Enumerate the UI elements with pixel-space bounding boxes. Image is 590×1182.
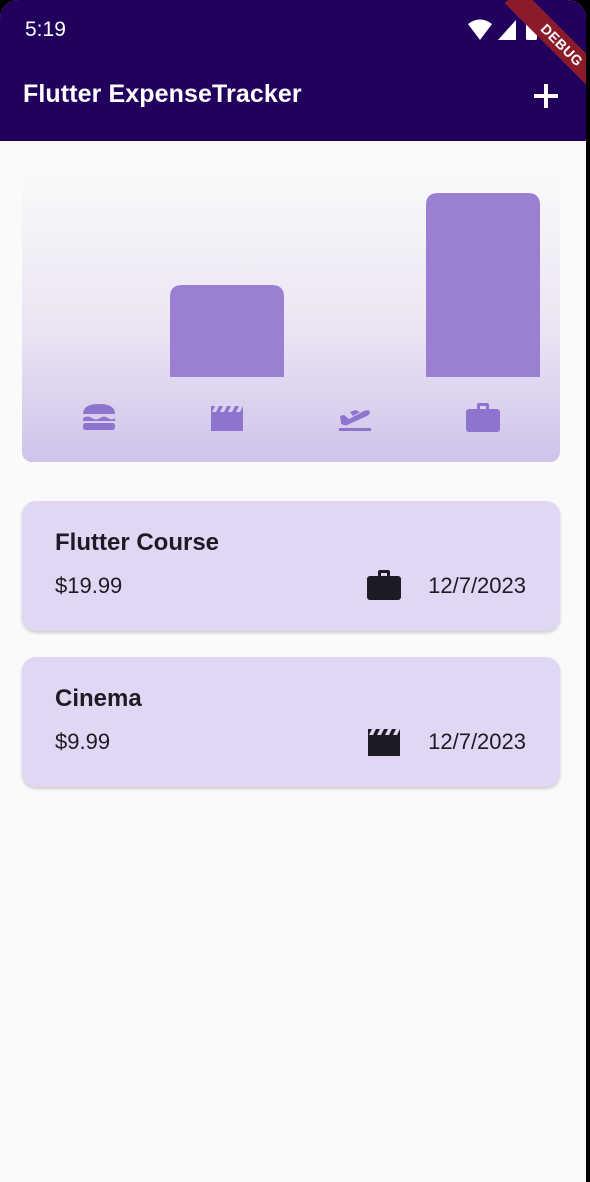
clapperboard-icon	[211, 406, 243, 431]
plane-takeoff-icon	[339, 410, 371, 431]
app-bar: 5:19 Flutter ExpenseTracker DEBUG	[0, 0, 586, 141]
app-title: Flutter ExpenseTracker	[23, 80, 302, 108]
debug-banner: DEBUG	[486, 0, 586, 110]
expense-card[interactable]: Flutter Course $19.99 12/7/2023	[22, 501, 560, 631]
burger-icon	[83, 404, 115, 430]
expense-chart	[22, 165, 560, 462]
chart-bar-leisure	[170, 285, 284, 377]
expense-card[interactable]: Cinema $9.99 12/7/2023	[22, 657, 560, 787]
briefcase-icon	[466, 403, 500, 432]
chart-bar-work	[426, 193, 540, 377]
expense-title: Flutter Course	[55, 529, 220, 556]
status-time: 5:19	[25, 18, 66, 41]
expense-date: 12/7/2023	[428, 573, 526, 598]
expense-title: Cinema	[55, 685, 142, 712]
expense-date: 12/7/2023	[428, 729, 526, 754]
app-screen: 5:19 Flutter ExpenseTracker DEBUG Flutte…	[0, 0, 586, 1182]
debug-banner-label: DEBUG	[504, 0, 586, 103]
expense-amount: $19.99	[55, 573, 123, 598]
briefcase-icon	[367, 570, 401, 600]
clapperboard-icon	[368, 729, 400, 756]
expense-amount: $9.99	[55, 729, 111, 754]
